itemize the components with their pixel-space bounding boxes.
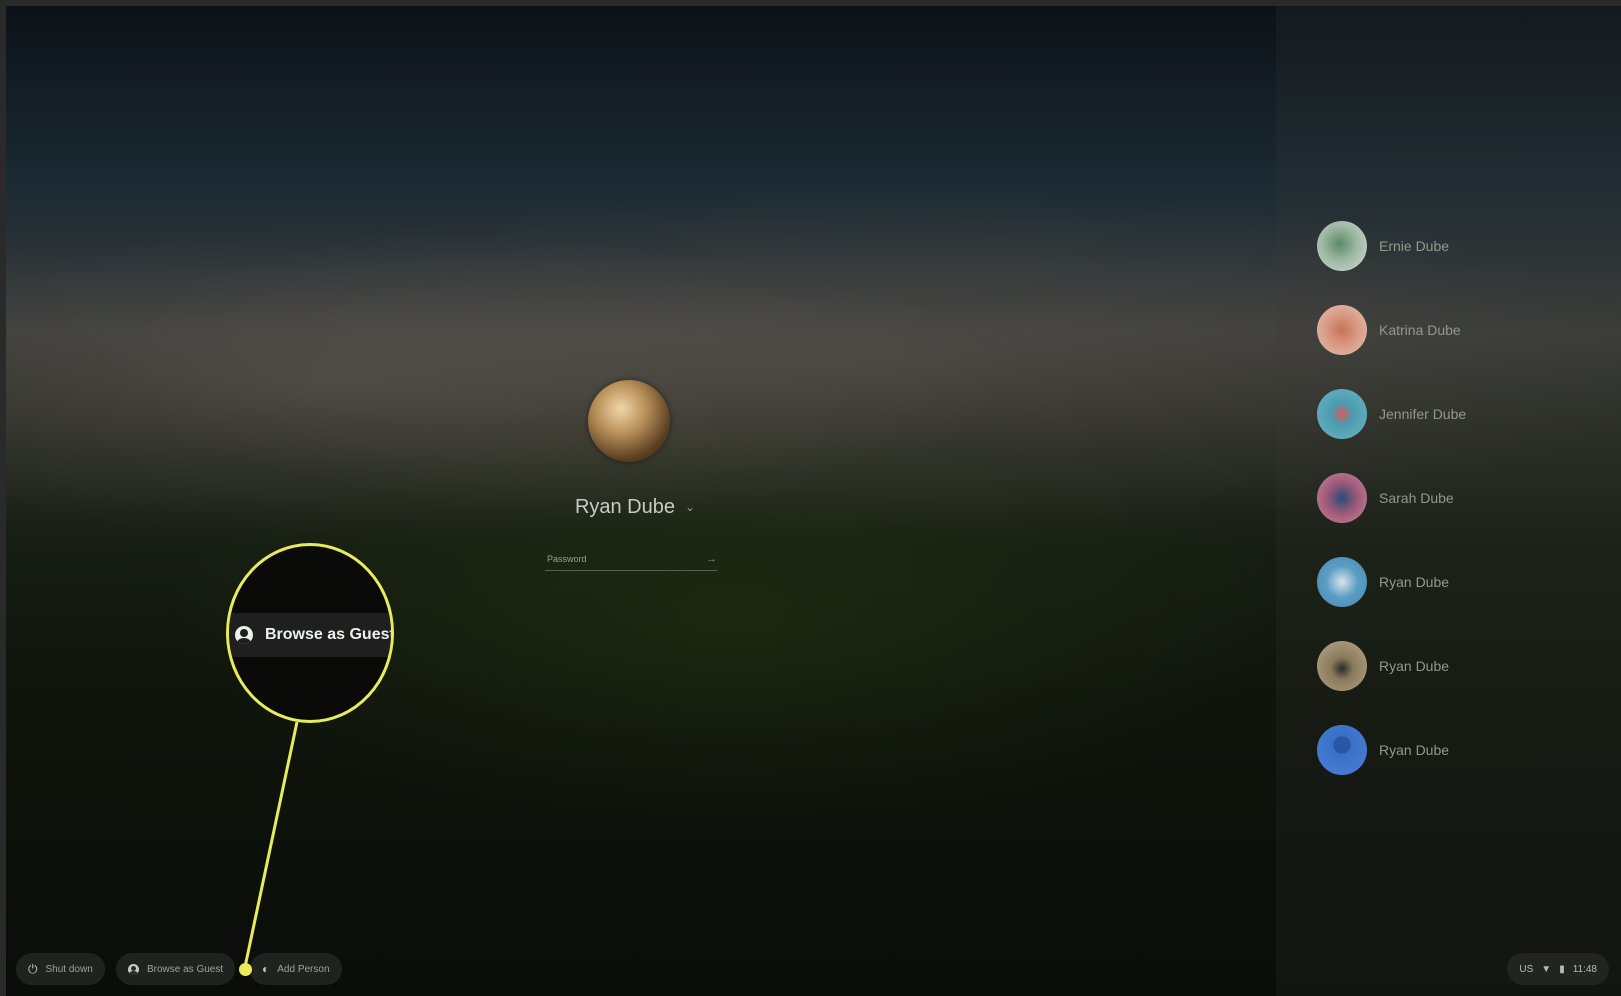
status-tray[interactable]: US ▼ ▮ 11:48 xyxy=(1507,953,1609,985)
battery-icon: ▮ xyxy=(1559,963,1565,975)
add-person-button[interactable]: ◐ Add Person xyxy=(250,953,342,985)
user-name: Sarah Dube xyxy=(1379,490,1454,506)
guest-icon xyxy=(128,963,139,975)
user-list-item[interactable]: Ernie Dube xyxy=(1317,218,1537,274)
user-list-item[interactable]: Ryan Dube xyxy=(1317,722,1537,778)
selected-user-name: Ryan Dube xyxy=(574,495,675,518)
user-avatar xyxy=(1317,725,1367,775)
user-list-item[interactable]: Ryan Dube xyxy=(1317,554,1537,610)
user-list-item[interactable]: Katrina Dube xyxy=(1317,302,1537,358)
user-avatar xyxy=(1317,221,1367,271)
user-name: Jennifer Dube xyxy=(1379,406,1467,422)
user-avatar xyxy=(1317,389,1367,439)
selected-user-name-row[interactable]: Ryan Dube ⌄ xyxy=(560,492,710,522)
shutdown-button[interactable]: ⏻ Shut down xyxy=(16,953,105,985)
callout-pointer-dot xyxy=(239,963,252,976)
password-field[interactable]: → xyxy=(545,548,717,571)
password-input[interactable] xyxy=(545,553,689,565)
browse-as-guest-button[interactable]: Browse as Guest xyxy=(116,953,236,985)
user-avatar xyxy=(1317,305,1367,355)
callout-browse-as-guest: Browse as Guest xyxy=(229,613,394,657)
user-list-item[interactable]: Ryan Dube xyxy=(1317,638,1537,694)
callout-magnifier: Browse as Guest xyxy=(226,543,394,723)
user-list-item[interactable]: Sarah Dube xyxy=(1317,470,1537,526)
user-name: Katrina Dube xyxy=(1379,322,1461,338)
submit-arrow-icon[interactable]: → xyxy=(706,553,717,565)
power-icon: ⏻ xyxy=(28,961,38,976)
user-name: Ryan Dube xyxy=(1379,658,1450,674)
selected-user-avatar[interactable] xyxy=(588,380,670,462)
user-avatar xyxy=(1317,473,1367,523)
browse-as-guest-label: Browse as Guest xyxy=(147,963,224,975)
locale-indicator: US xyxy=(1519,963,1534,975)
chevron-down-icon[interactable]: ⌄ xyxy=(685,500,695,514)
wifi-icon: ▼ xyxy=(1541,963,1552,975)
shutdown-label: Shut down xyxy=(45,963,93,975)
user-avatar xyxy=(1317,641,1367,691)
user-name: Ryan Dube xyxy=(1379,742,1450,758)
user-list-item[interactable]: Jennifer Dube xyxy=(1317,386,1537,442)
user-name: Ernie Dube xyxy=(1379,238,1450,254)
user-name: Ryan Dube xyxy=(1379,574,1450,590)
guest-icon xyxy=(235,626,253,644)
callout-label: Browse as Guest xyxy=(265,626,394,643)
user-avatar xyxy=(1317,557,1367,607)
add-person-label: Add Person xyxy=(277,963,330,975)
clock: 11:48 xyxy=(1572,963,1597,975)
add-person-icon: ◐ xyxy=(262,962,270,976)
